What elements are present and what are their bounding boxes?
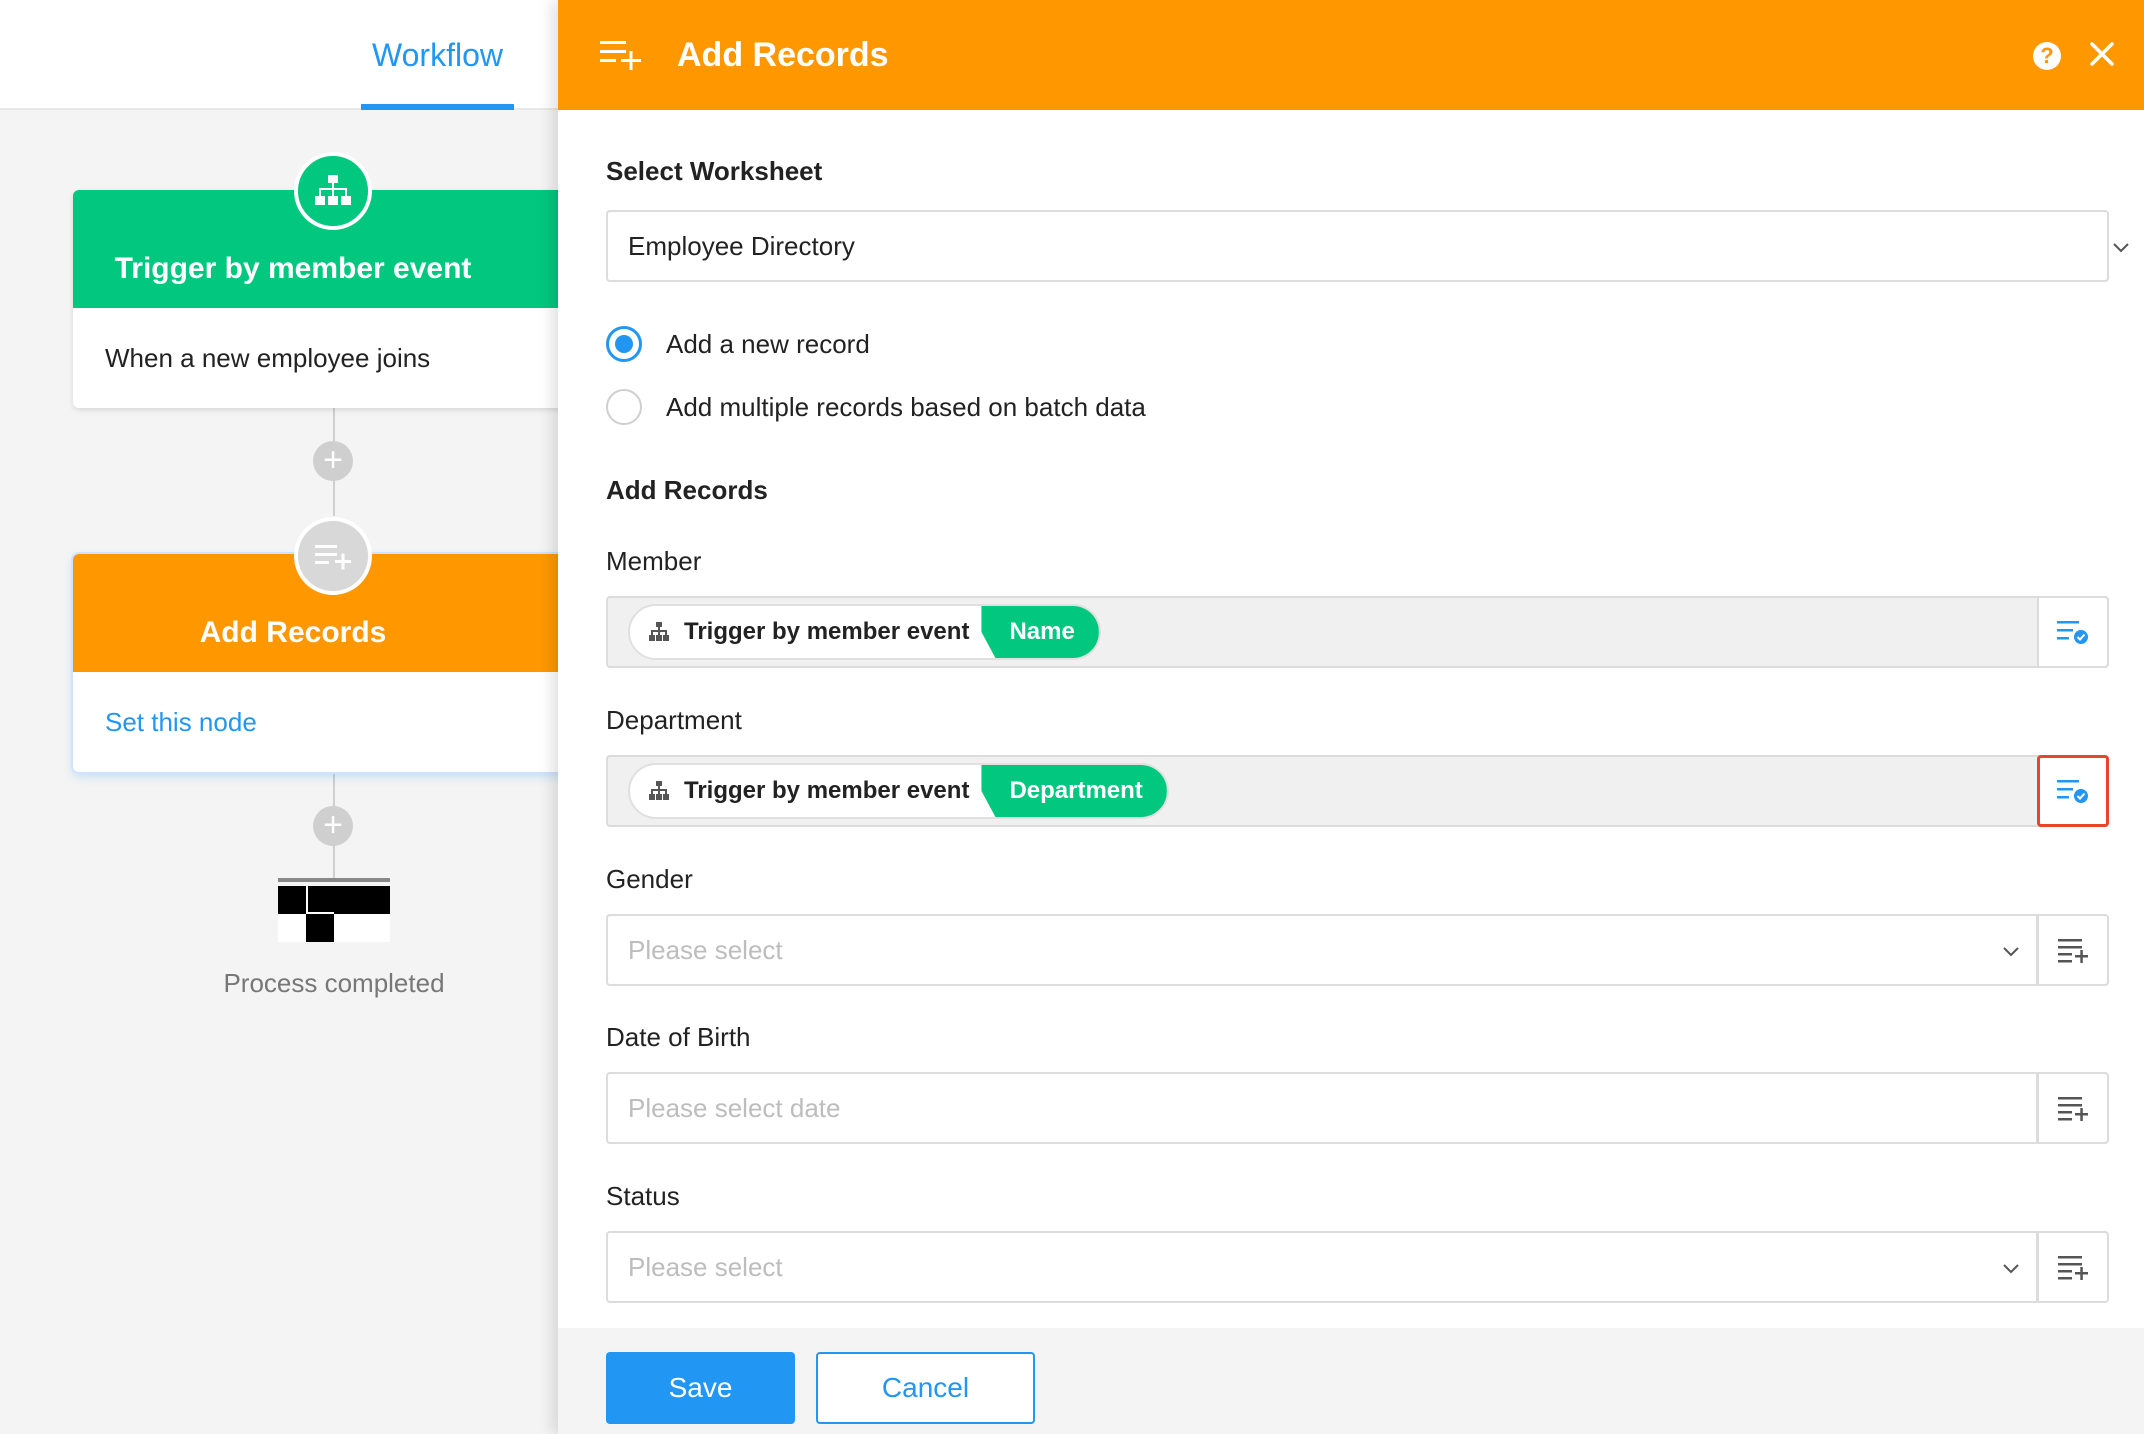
variable-value: Name	[981, 606, 1099, 658]
gender-field-label: Gender	[606, 864, 693, 894]
tab-workflow[interactable]: Workflow	[361, 0, 514, 110]
worksheet-select[interactable]: Employee Directory	[606, 210, 2129, 282]
panel-header: Add Records ?	[558, 0, 2144, 110]
radio-label: Add a new record	[666, 328, 870, 359]
variable-source-label: Trigger by member event	[684, 618, 970, 645]
close-icon[interactable]	[2086, 38, 2118, 70]
worksheet-select-value: Employee Directory	[628, 230, 855, 261]
tab-active-indicator	[361, 104, 514, 110]
org-chart-icon	[294, 152, 372, 230]
workflow-header: Workflow	[0, 0, 560, 110]
field-select-button[interactable]	[2037, 596, 2109, 668]
status-field-label: Status	[606, 1181, 680, 1211]
variable-value: Department	[981, 765, 1167, 817]
add-records-panel: Add Records ? Select Worksheet Employee …	[558, 0, 2144, 1434]
variable-source: Trigger by member event	[630, 606, 985, 658]
finish-flag-icon	[278, 878, 390, 942]
field-select-button-highlighted[interactable]	[2037, 755, 2109, 827]
trigger-node-description: When a new employee joins	[105, 342, 431, 373]
department-field-label: Department	[606, 705, 742, 735]
gender-select[interactable]: Please select	[606, 914, 2038, 986]
add-node-button[interactable]: +	[313, 806, 353, 846]
radio-button[interactable]	[606, 389, 642, 425]
dob-placeholder: Please select date	[628, 1092, 841, 1123]
member-variable-tag[interactable]: Trigger by member event Name	[628, 604, 1101, 660]
variable-source-label: Trigger by member event	[684, 777, 970, 804]
list-add-icon	[600, 41, 641, 70]
department-field[interactable]: Trigger by member event Department	[606, 755, 2109, 827]
list-add-icon	[2058, 1097, 2088, 1121]
gender-placeholder: Please select	[628, 934, 783, 965]
radio-button-selected[interactable]	[606, 326, 642, 362]
chevron-down-icon	[2003, 947, 2019, 957]
member-field-label: Member	[606, 546, 702, 576]
dob-field-label: Date of Birth	[606, 1022, 751, 1052]
add-records-section-label: Add Records	[606, 475, 768, 505]
variable-source: Trigger by member event	[630, 765, 985, 817]
list-add-icon	[2058, 1256, 2088, 1280]
member-field[interactable]: Trigger by member event Name	[606, 596, 2109, 668]
status-select[interactable]: Please select	[606, 1231, 2038, 1303]
panel-title: Add Records	[677, 35, 889, 74]
chevron-down-icon	[2113, 243, 2129, 253]
list-add-icon	[294, 517, 372, 595]
department-variable-tag[interactable]: Trigger by member event Department	[628, 763, 1169, 819]
chevron-down-icon	[2003, 1264, 2019, 1274]
org-chart-icon	[649, 781, 669, 800]
field-insert-button[interactable]	[2037, 1072, 2109, 1144]
radio-label: Add multiple records based on batch data	[666, 391, 1146, 422]
save-button[interactable]: Save	[606, 1352, 795, 1424]
panel-footer: Save Cancel	[558, 1328, 2144, 1434]
select-worksheet-label: Select Worksheet	[606, 156, 823, 186]
field-insert-button[interactable]	[2037, 1231, 2109, 1303]
org-chart-icon	[649, 622, 669, 641]
radio-add-new-record[interactable]: Add a new record	[606, 326, 870, 362]
add-node-button[interactable]: +	[313, 441, 353, 481]
field-select-icon	[2057, 780, 2088, 803]
status-placeholder: Please select	[628, 1251, 783, 1282]
help-icon[interactable]: ?	[2033, 42, 2061, 70]
field-select-icon	[2057, 621, 2088, 644]
list-add-icon	[2058, 939, 2088, 963]
field-insert-button[interactable]	[2037, 914, 2109, 986]
radio-add-multiple-records[interactable]: Add multiple records based on batch data	[606, 389, 1146, 425]
cancel-button[interactable]: Cancel	[816, 1352, 1035, 1424]
dob-input[interactable]: Please select date	[606, 1072, 2038, 1144]
set-node-link[interactable]: Set this node	[73, 672, 573, 772]
